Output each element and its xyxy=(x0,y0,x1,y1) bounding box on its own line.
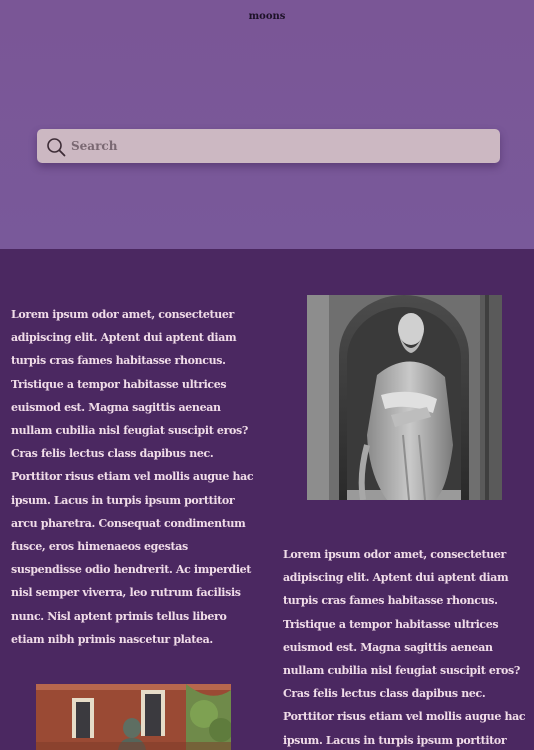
search-icon[interactable] xyxy=(46,137,66,157)
search-input[interactable] xyxy=(71,135,491,157)
search-bar[interactable] xyxy=(37,129,500,163)
article-text: Lorem ipsum odor amet, consectetuer adip… xyxy=(11,308,254,646)
article-text-2: Lorem ipsum odor amet, consectetuer adip… xyxy=(283,548,526,747)
building-image xyxy=(36,684,231,750)
site-title[interactable]: moons xyxy=(0,11,534,22)
hero-header: moons xyxy=(0,0,534,249)
page: moons Lorem ipsum odor amet, consectetue… xyxy=(0,0,534,750)
statue-image xyxy=(307,295,502,500)
